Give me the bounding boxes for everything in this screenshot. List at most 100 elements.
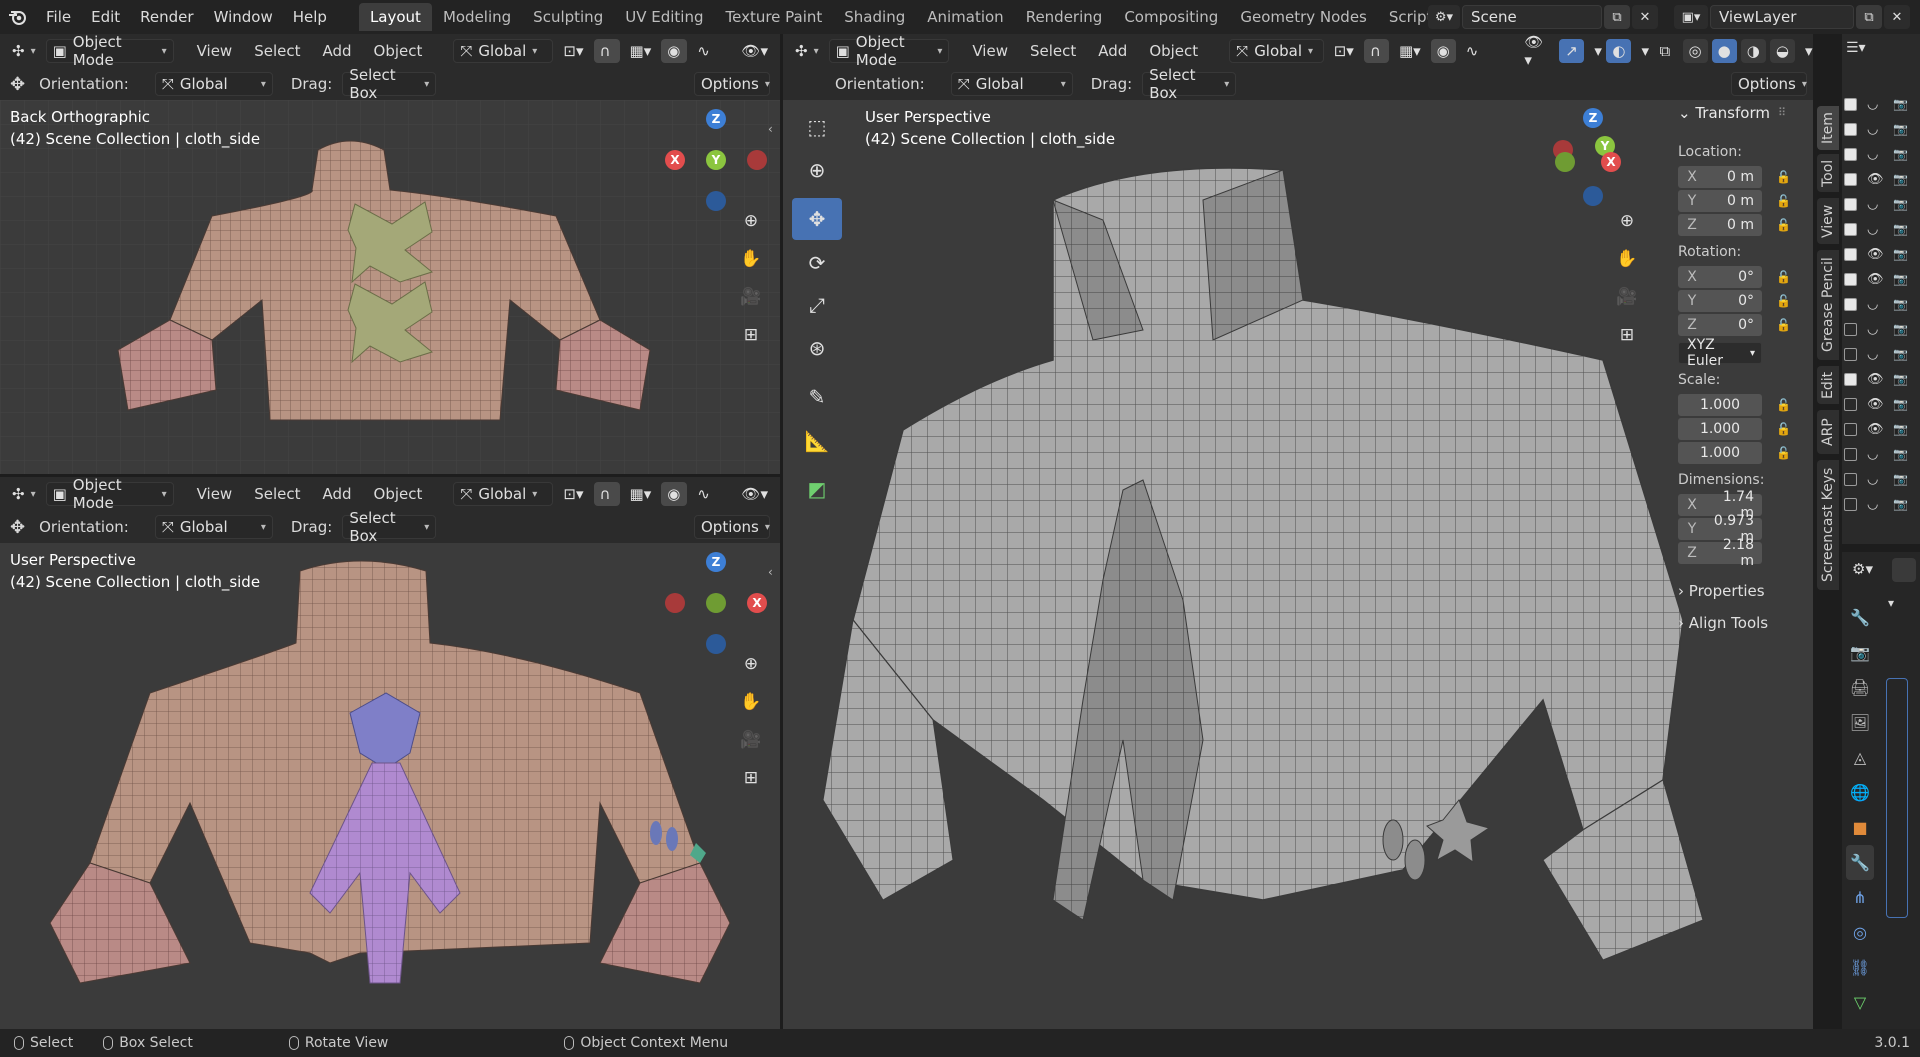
tab-uv-editing[interactable]: UV Editing <box>614 3 714 31</box>
material-shading-icon[interactable]: ◑ <box>1740 39 1766 63</box>
rotation-mode-dropdown[interactable]: XYZ Euler ▾ <box>1678 337 1762 369</box>
outliner-row[interactable]: ◡ 📷 <box>1844 492 1920 516</box>
visibility-eye-icon[interactable]: 👁 <box>1867 172 1884 187</box>
tab-rendering[interactable]: Rendering <box>1015 3 1114 31</box>
outliner-row[interactable]: ◡ 📷 <box>1844 292 1920 316</box>
visibility-eye-icon[interactable]: ◡ <box>1867 197 1883 212</box>
render-camera-icon[interactable]: 📷 <box>1893 397 1908 411</box>
transform-orientation-dropdown[interactable]: ⤧ Global ▾ <box>453 39 554 63</box>
solid-shading-icon[interactable]: ● <box>1711 39 1737 63</box>
gizmo-y-axis[interactable] <box>706 593 726 613</box>
delete-scene-icon[interactable]: ✕ <box>1632 5 1658 29</box>
properties-editor-type-icon[interactable]: ⚙▾ <box>1852 560 1873 578</box>
visibility-eye-icon[interactable]: ◡ <box>1867 97 1883 112</box>
tab-arp[interactable]: ARP <box>1817 410 1839 454</box>
viewport-canvas[interactable]: User Perspective (42) Scene Collection |… <box>0 543 780 1029</box>
move-tool-icon[interactable]: ✥ <box>792 198 842 240</box>
visibility-eye-icon[interactable]: ◡ <box>1867 297 1883 312</box>
select-box-tool-icon[interactable]: ⬚ <box>792 106 842 148</box>
dimensions-z-field[interactable]: Z 2.18 m <box>1678 537 1762 569</box>
tab-layout[interactable]: Layout <box>358 3 432 31</box>
tab-sculpting[interactable]: Sculpting <box>522 3 614 31</box>
scene-name-field[interactable]: Scene <box>1462 5 1602 29</box>
gizmo-z-axis[interactable]: Z <box>706 552 726 572</box>
editor-type-icon[interactable]: ✣ ▾ <box>789 39 825 63</box>
zoom-icon[interactable]: ⊕ <box>1612 206 1642 236</box>
options-dropdown[interactable]: Options ▾ <box>1731 72 1807 96</box>
menu-add[interactable]: Add <box>1089 42 1136 60</box>
gizmo-z-neg-axis[interactable] <box>706 191 726 211</box>
menu-help[interactable]: Help <box>283 8 337 26</box>
grid-icon[interactable]: ⊞ <box>736 320 766 350</box>
exclude-checkbox[interactable] <box>1844 272 1857 286</box>
camera-icon[interactable]: 🎥 <box>1612 282 1642 312</box>
scale-z-field[interactable]: 1.000 <box>1678 442 1762 464</box>
outliner-row[interactable]: ◡ 📷 <box>1844 467 1920 491</box>
viewlayer-icon[interactable]: ▣▾ <box>1674 5 1708 29</box>
lock-icon[interactable]: 🔓 <box>1776 270 1792 286</box>
viewport-canvas[interactable]: Back Orthographic (42) Scene Collection … <box>0 100 780 474</box>
gizmo-toggle-icon[interactable]: ↗ <box>1559 39 1585 63</box>
camera-icon[interactable]: 🎥 <box>736 725 766 755</box>
viewport-canvas[interactable]: User Perspective (42) Scene Collection |… <box>783 100 1813 1029</box>
render-camera-icon[interactable]: 📷 <box>1893 172 1908 186</box>
menu-object[interactable]: Object <box>1140 42 1207 60</box>
exclude-checkbox[interactable] <box>1844 372 1857 386</box>
gizmo-z-axis[interactable]: Z <box>706 109 726 129</box>
tab-compositing[interactable]: Compositing <box>1113 3 1229 31</box>
outliner-row[interactable]: ◡ 📷 <box>1844 192 1920 216</box>
gizmo-y-neg-axis[interactable] <box>1555 152 1575 172</box>
properties-options-icon[interactable] <box>1892 558 1916 582</box>
visibility-eye-icon[interactable]: ◡ <box>1867 497 1883 512</box>
cursor-tool-icon[interactable]: ⊕ <box>792 149 842 191</box>
visibility-eye-icon[interactable]: ◡ <box>1867 147 1883 162</box>
particles-icon[interactable]: ⋔ <box>1846 880 1874 915</box>
falloff-icon[interactable]: ∿ <box>691 482 716 506</box>
render-camera-icon[interactable]: 📷 <box>1893 122 1908 136</box>
transform-section-header[interactable]: ⌄ Transform <box>1678 104 1770 122</box>
output-properties-icon[interactable]: 🖨 <box>1846 670 1874 705</box>
properties-dropdown-icon[interactable]: ▾ <box>1888 596 1894 610</box>
exclude-checkbox[interactable] <box>1844 222 1857 236</box>
pan-hand-icon[interactable]: ✋ <box>736 687 766 717</box>
properties-scrollbar[interactable] <box>1886 678 1908 918</box>
tab-grease-pencil[interactable]: Grease Pencil <box>1817 250 1839 360</box>
drag-dropdown[interactable]: Select Box ▾ <box>1142 66 1237 102</box>
outliner-row[interactable]: ◡ 📷 <box>1844 442 1920 466</box>
exclude-checkbox[interactable] <box>1844 422 1857 436</box>
pivot-icon[interactable]: ⊡▾ <box>1328 39 1360 63</box>
menu-window[interactable]: Window <box>204 8 283 26</box>
mode-dropdown[interactable]: ▣ Object Mode ▾ <box>45 477 174 512</box>
mode-dropdown[interactable]: ▣ Object Mode ▾ <box>45 34 174 69</box>
transform-tool-icon[interactable]: ⊛ <box>792 327 842 369</box>
visibility-icon[interactable]: 👁▾ <box>735 482 774 506</box>
scene-properties-icon[interactable]: ◬ <box>1846 740 1874 775</box>
object-properties-icon[interactable]: ■ <box>1846 810 1874 845</box>
tab-texture-paint[interactable]: Texture Paint <box>714 3 833 31</box>
render-camera-icon[interactable]: 📷 <box>1893 147 1908 161</box>
outliner-row[interactable]: ◡ 📷 <box>1844 117 1920 141</box>
snap-target-icon[interactable]: ▦▾ <box>624 482 658 506</box>
visibility-eye-icon[interactable]: 👁 <box>1867 372 1884 387</box>
render-camera-icon[interactable]: 📷 <box>1893 372 1908 386</box>
falloff-icon[interactable]: ∿ <box>691 39 716 63</box>
render-camera-icon[interactable]: 📷 <box>1893 472 1908 486</box>
visibility-icon[interactable]: 👁▾ <box>1518 34 1555 69</box>
wireframe-shading-icon[interactable]: ◎ <box>1682 39 1708 63</box>
exclude-checkbox[interactable] <box>1844 97 1857 111</box>
render-camera-icon[interactable]: 📷 <box>1893 447 1908 461</box>
perspective-grid-icon[interactable]: ⊞ <box>736 763 766 793</box>
outliner-row[interactable]: 👁 📷 <box>1844 417 1920 441</box>
visibility-eye-icon[interactable]: ◡ <box>1867 447 1883 462</box>
proportional-edit-icon[interactable]: ◉ <box>661 39 688 63</box>
proportional-edit-icon[interactable]: ◉ <box>1430 39 1456 63</box>
outliner-row[interactable]: 👁 📷 <box>1844 392 1920 416</box>
scale-tool-icon[interactable]: ⤢ <box>792 284 842 326</box>
exclude-checkbox[interactable] <box>1844 497 1857 511</box>
pan-hand-icon[interactable]: ✋ <box>1612 244 1642 274</box>
gizmo-y-axis[interactable]: Y <box>706 150 726 170</box>
location-x-field[interactable]: X0 m <box>1678 166 1762 188</box>
exclude-checkbox[interactable] <box>1844 172 1857 186</box>
exclude-checkbox[interactable] <box>1844 347 1857 361</box>
camera-icon[interactable]: 🎥 <box>736 282 766 312</box>
